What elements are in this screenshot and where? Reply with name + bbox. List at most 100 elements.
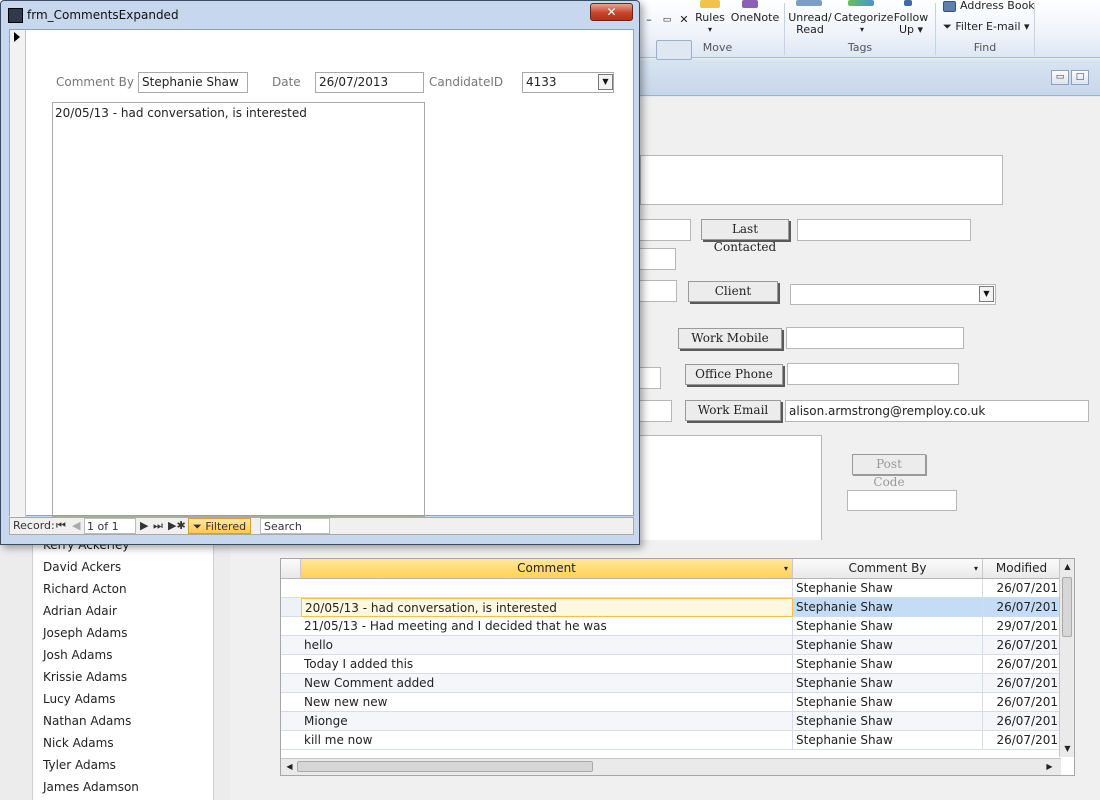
scroll-left-icon[interactable]: ◀ (283, 760, 296, 773)
cell-comment[interactable]: 21/05/13 - Had meeting and I decided tha… (301, 617, 793, 636)
cell-comment[interactable]: 20/05/13 - had conversation, is interest… (301, 598, 793, 617)
cell-comment-by[interactable]: Stephanie Shaw (793, 712, 983, 731)
scroll-up-icon[interactable]: ▲ (1061, 560, 1074, 573)
cell-modified[interactable]: 26/07/201 (983, 712, 1061, 731)
cell-modified[interactable]: 26/07/201 (983, 693, 1061, 712)
list-item[interactable]: David Ackers (43, 557, 121, 577)
column-header-comment-by[interactable]: Comment By ▾ (793, 559, 983, 579)
candidate-name-list[interactable]: Kerry Ackerley David Ackers Richard Acto… (32, 535, 214, 800)
onenote-button[interactable]: OneNote (730, 12, 780, 24)
cell-comment[interactable]: Today I added this (301, 655, 793, 674)
list-item[interactable]: Tyler Adams (43, 755, 116, 775)
new-record-icon[interactable]: ▶✱ (168, 518, 186, 534)
cell-modified[interactable]: 29/07/201 (983, 617, 1061, 636)
post-code-field[interactable] (847, 490, 957, 511)
table-row-selected[interactable]: 20/05/13 - had conversation, is interest… (281, 598, 1061, 617)
table-row[interactable]: Today I added this Stephanie Shaw 26/07/… (281, 655, 1061, 674)
table-row[interactable]: New new new Stephanie Shaw 26/07/201 (281, 693, 1061, 712)
table-row[interactable]: kill me now Stephanie Shaw 26/07/201 (281, 731, 1061, 750)
first-record-icon[interactable]: ⏮ (56, 518, 66, 534)
office-phone-field[interactable] (787, 363, 959, 385)
work-email-field[interactable]: alison.armstrong@remploy.co.uk (785, 400, 1089, 422)
record-selector[interactable] (10, 30, 26, 517)
cell-comment-by[interactable]: Stephanie Shaw (793, 655, 983, 674)
comments-datasheet[interactable]: Comment ▾ Comment By ▾ Modified Stephani… (280, 558, 1075, 776)
field-partial-1[interactable] (635, 219, 691, 241)
cell-comment[interactable]: Mionge (301, 712, 793, 731)
list-item[interactable]: Nathan Adams (43, 711, 131, 731)
cell-comment-by[interactable]: Stephanie Shaw (793, 636, 983, 655)
table-row[interactable]: hello Stephanie Shaw 26/07/201 (281, 636, 1061, 655)
cell-comment-by[interactable]: Stephanie Shaw (793, 617, 983, 636)
categorize-dropdown-icon[interactable]: ▾ (852, 24, 872, 36)
cell-modified[interactable]: 26/07/201 (983, 655, 1061, 674)
column-header-modified[interactable]: Modified (983, 559, 1061, 579)
work-mobile-field[interactable] (786, 327, 964, 349)
bg-close-icon[interactable]: ✕ (677, 14, 691, 26)
vertical-scrollbar[interactable]: ▲ ▼ (1059, 559, 1074, 757)
cell-comment[interactable]: New Comment added (301, 674, 793, 693)
search-input[interactable]: Search (260, 518, 330, 534)
cell-modified[interactable]: 26/07/201 (983, 731, 1061, 750)
list-item[interactable]: Josh Adams (43, 645, 112, 665)
sort-dropdown-icon[interactable]: ▾ (974, 559, 978, 578)
cell-modified[interactable]: 26/07/201 (983, 598, 1061, 617)
last-contacted-field[interactable] (797, 219, 971, 241)
categorize-button[interactable]: Categorize (834, 12, 893, 24)
table-row[interactable]: New Comment added Stephanie Shaw 26/07/2… (281, 674, 1061, 693)
address-field[interactable] (640, 155, 1003, 205)
rules-dropdown-icon[interactable]: ▾ (700, 24, 720, 36)
table-row[interactable]: 21/05/13 - Had meeting and I decided tha… (281, 617, 1061, 636)
select-all-corner[interactable] (281, 559, 301, 579)
list-item[interactable]: Nick Adams (43, 733, 114, 753)
horizontal-scrollbar[interactable]: ◀ ▶ (281, 758, 1061, 775)
field-partial-2[interactable] (635, 248, 676, 270)
vertical-scroll-thumb[interactable] (1062, 577, 1072, 637)
client-combo[interactable] (790, 284, 996, 305)
cell-modified[interactable]: 26/07/201 (983, 674, 1061, 693)
bg-minimize-icon[interactable]: – (642, 14, 656, 26)
list-item[interactable]: Lucy Adams (43, 689, 116, 709)
rules-button[interactable]: Rules (694, 12, 726, 24)
table-row[interactable]: Stephanie Shaw 26/07/201 (281, 579, 1061, 598)
cell-modified[interactable]: 26/07/201 (983, 579, 1061, 598)
list-item[interactable]: Adrian Adair (43, 601, 117, 621)
follow-up-button[interactable]: Follow Up ▾ (890, 12, 932, 36)
next-record-icon[interactable]: ▶ (140, 518, 148, 534)
close-button[interactable]: ✕ (590, 3, 633, 21)
sort-dropdown-icon[interactable]: ▾ (784, 559, 788, 578)
cell-comment-by[interactable]: Stephanie Shaw (793, 693, 983, 712)
record-position-field[interactable]: 1 of 1 (84, 518, 136, 534)
field-partial-3[interactable] (635, 280, 677, 302)
comment-by-field[interactable]: Stephanie Shaw (138, 72, 248, 93)
date-field[interactable]: 26/07/2013 (315, 72, 424, 93)
table-row[interactable]: Mionge Stephanie Shaw 26/07/201 (281, 712, 1061, 731)
cell-comment-by[interactable]: Stephanie Shaw (793, 731, 983, 750)
cell-comment[interactable]: New new new (301, 693, 793, 712)
client-dropdown-icon[interactable]: ▼ (979, 286, 994, 302)
previous-record-icon[interactable]: ◀ (72, 518, 80, 534)
cell-comment-by[interactable]: Stephanie Shaw (793, 674, 983, 693)
list-item[interactable]: Richard Acton (43, 579, 127, 599)
scroll-down-icon[interactable]: ▼ (1061, 742, 1074, 755)
cell-comment[interactable] (301, 579, 793, 598)
cell-comment-by[interactable]: Stephanie Shaw (793, 579, 983, 598)
address-book-button[interactable]: Address Book (960, 0, 1035, 12)
horizontal-scroll-thumb[interactable] (297, 761, 593, 772)
list-item[interactable]: Krissie Adams (43, 667, 127, 687)
filter-toggle-button[interactable]: ⏷ Filtered (188, 518, 252, 534)
list-item[interactable]: James Adamson (43, 777, 139, 797)
list-item[interactable]: Joseph Adams (43, 623, 127, 643)
unread-read-button[interactable]: Unread/ Read (788, 12, 832, 36)
cell-comment[interactable]: hello (301, 636, 793, 655)
restore-window-icon[interactable]: ▭ (1051, 70, 1069, 85)
scroll-right-icon[interactable]: ▶ (1043, 760, 1056, 773)
cell-comment[interactable]: kill me now (301, 731, 793, 750)
comment-memo-field[interactable]: 20/05/13 - had conversation, is interest… (52, 102, 425, 517)
maximize-window-icon[interactable]: □ (1071, 70, 1089, 85)
cell-modified[interactable]: 26/07/201 (983, 636, 1061, 655)
cell-comment-by[interactable]: Stephanie Shaw (793, 598, 983, 617)
last-record-icon[interactable]: ⏭ (153, 518, 163, 534)
column-header-comment[interactable]: Comment ▾ (301, 559, 793, 579)
notes-box[interactable] (635, 435, 822, 545)
